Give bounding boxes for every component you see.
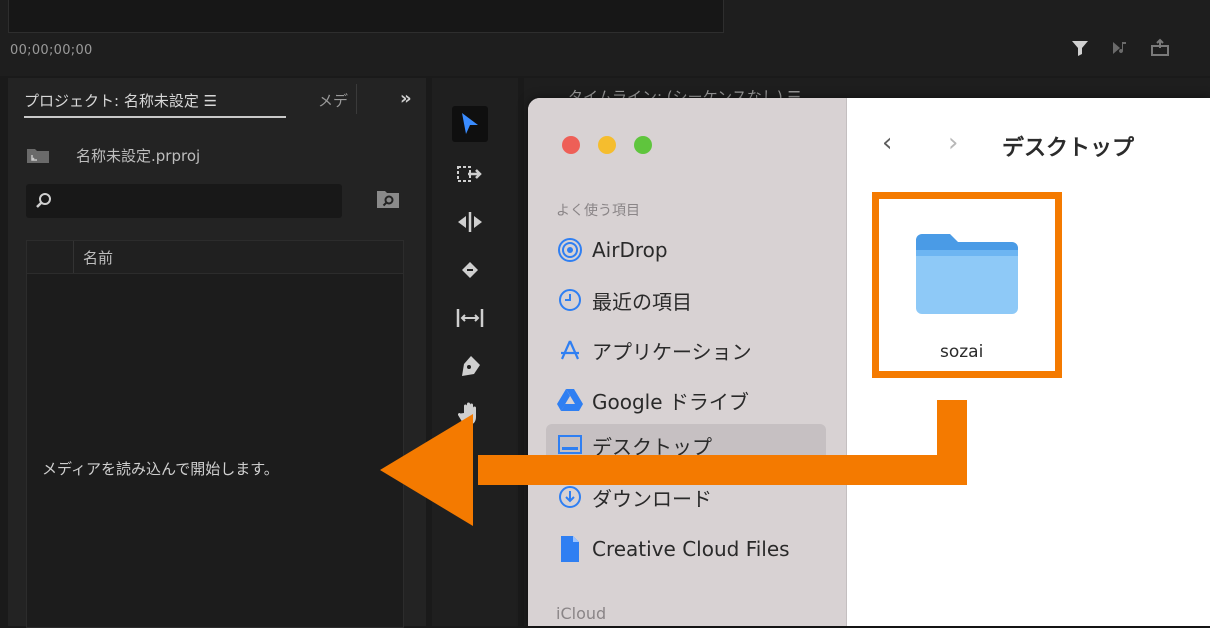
forward-button[interactable]: › <box>948 128 958 158</box>
slip-icon <box>456 309 484 327</box>
sidebar-item-label: Creative Cloud Files <box>592 537 790 561</box>
google-drive-icon <box>556 386 584 414</box>
back-button[interactable]: ‹ <box>882 128 892 158</box>
folder-label[interactable]: sozai <box>940 342 983 362</box>
ripple-edit-icon <box>458 212 482 232</box>
favorites-heading: よく使う項目 <box>556 203 640 219</box>
project-item-list[interactable]: 名前 <box>26 240 404 628</box>
razor-icon <box>462 262 478 278</box>
monitor-preview <box>8 0 724 33</box>
column-divider <box>73 241 74 273</box>
sidebar-item-label: アプリケーション <box>592 339 752 364</box>
sidebar-item-recents[interactable]: 最近の項目 <box>546 279 826 321</box>
tab-project[interactable]: プロジェクト: 名称未設定 ☰ <box>24 90 217 111</box>
list-header: 名前 <box>27 241 403 274</box>
clock-icon <box>556 286 584 314</box>
sidebar-item-label: 最近の項目 <box>592 289 692 314</box>
sidebar-item-label: AirDrop <box>592 238 668 262</box>
project-search-input[interactable] <box>26 184 342 218</box>
finder-window-title: デスクトップ <box>1002 136 1135 161</box>
find-bin-icon[interactable] <box>376 188 400 210</box>
selection-tool[interactable] <box>452 106 488 142</box>
close-window-button[interactable] <box>562 136 580 154</box>
finder-sidebar: よく使う項目 AirDrop 最近の項目 アプリケーション Google ドライ… <box>528 98 847 626</box>
icloud-heading: iCloud <box>556 604 607 623</box>
pen-tool[interactable] <box>452 348 488 384</box>
project-panel: プロジェクト: 名称未設定 ☰ メデ » 名称未設定.prproj 名前 メディ… <box>8 78 426 628</box>
airdrop-icon <box>556 236 584 264</box>
finder-window: よく使う項目 AirDrop 最近の項目 アプリケーション Google ドライ… <box>528 98 1210 626</box>
minimize-window-button[interactable] <box>598 136 616 154</box>
sidebar-item-downloads[interactable]: ダウンロード <box>546 476 826 518</box>
expand-panels-icon[interactable]: » <box>400 88 412 109</box>
monitor-controls <box>1070 38 1170 58</box>
empty-state-message: メディアを読み込んで開始します。 <box>42 460 279 478</box>
slip-tool[interactable] <box>452 300 488 336</box>
active-tab-underline <box>24 116 286 118</box>
project-file-icon <box>27 149 49 163</box>
sidebar-item-label: デスクトップ <box>592 434 712 459</box>
selection-arrow-icon <box>462 113 478 134</box>
sidebar-item-desktop[interactable]: デスクトップ <box>546 424 826 466</box>
search-icon <box>36 193 51 208</box>
applications-icon <box>556 336 584 364</box>
project-file-name: 名称未設定.prproj <box>76 147 201 165</box>
tools-panel <box>432 78 518 626</box>
tab-divider <box>356 84 357 114</box>
ripple-edit-tool[interactable] <box>452 204 488 240</box>
sidebar-item-label: ダウンロード <box>592 486 712 511</box>
hand-icon <box>458 402 476 425</box>
filter-icon[interactable] <box>1070 38 1090 58</box>
sidebar-item-applications[interactable]: アプリケーション <box>546 329 826 371</box>
track-select-tool[interactable] <box>452 156 488 192</box>
sidebar-item-creative-cloud[interactable]: Creative Cloud Files <box>546 528 826 570</box>
sidebar-item-airdrop[interactable]: AirDrop <box>546 229 826 271</box>
program-monitor-strip: 00;00;00;00 <box>0 0 1210 76</box>
pen-icon <box>462 356 480 376</box>
column-header-name[interactable]: 名前 <box>83 247 113 268</box>
razor-tool[interactable] <box>452 252 488 288</box>
track-select-icon <box>457 166 482 182</box>
play-marker-icon[interactable] <box>1110 38 1130 58</box>
sidebar-item-label: Google ドライブ <box>592 389 749 414</box>
document-icon <box>556 535 584 563</box>
zoom-window-button[interactable] <box>634 136 652 154</box>
desktop-icon <box>556 431 584 459</box>
folder-icon[interactable] <box>912 226 1022 318</box>
sidebar-item-google-drive[interactable]: Google ドライブ <box>546 379 826 421</box>
tab-media-browser[interactable]: メデ <box>318 90 356 111</box>
hand-tool[interactable] <box>452 396 488 432</box>
download-icon <box>556 483 584 511</box>
export-frame-icon[interactable] <box>1150 38 1170 58</box>
timecode-display[interactable]: 00;00;00;00 <box>10 43 93 58</box>
